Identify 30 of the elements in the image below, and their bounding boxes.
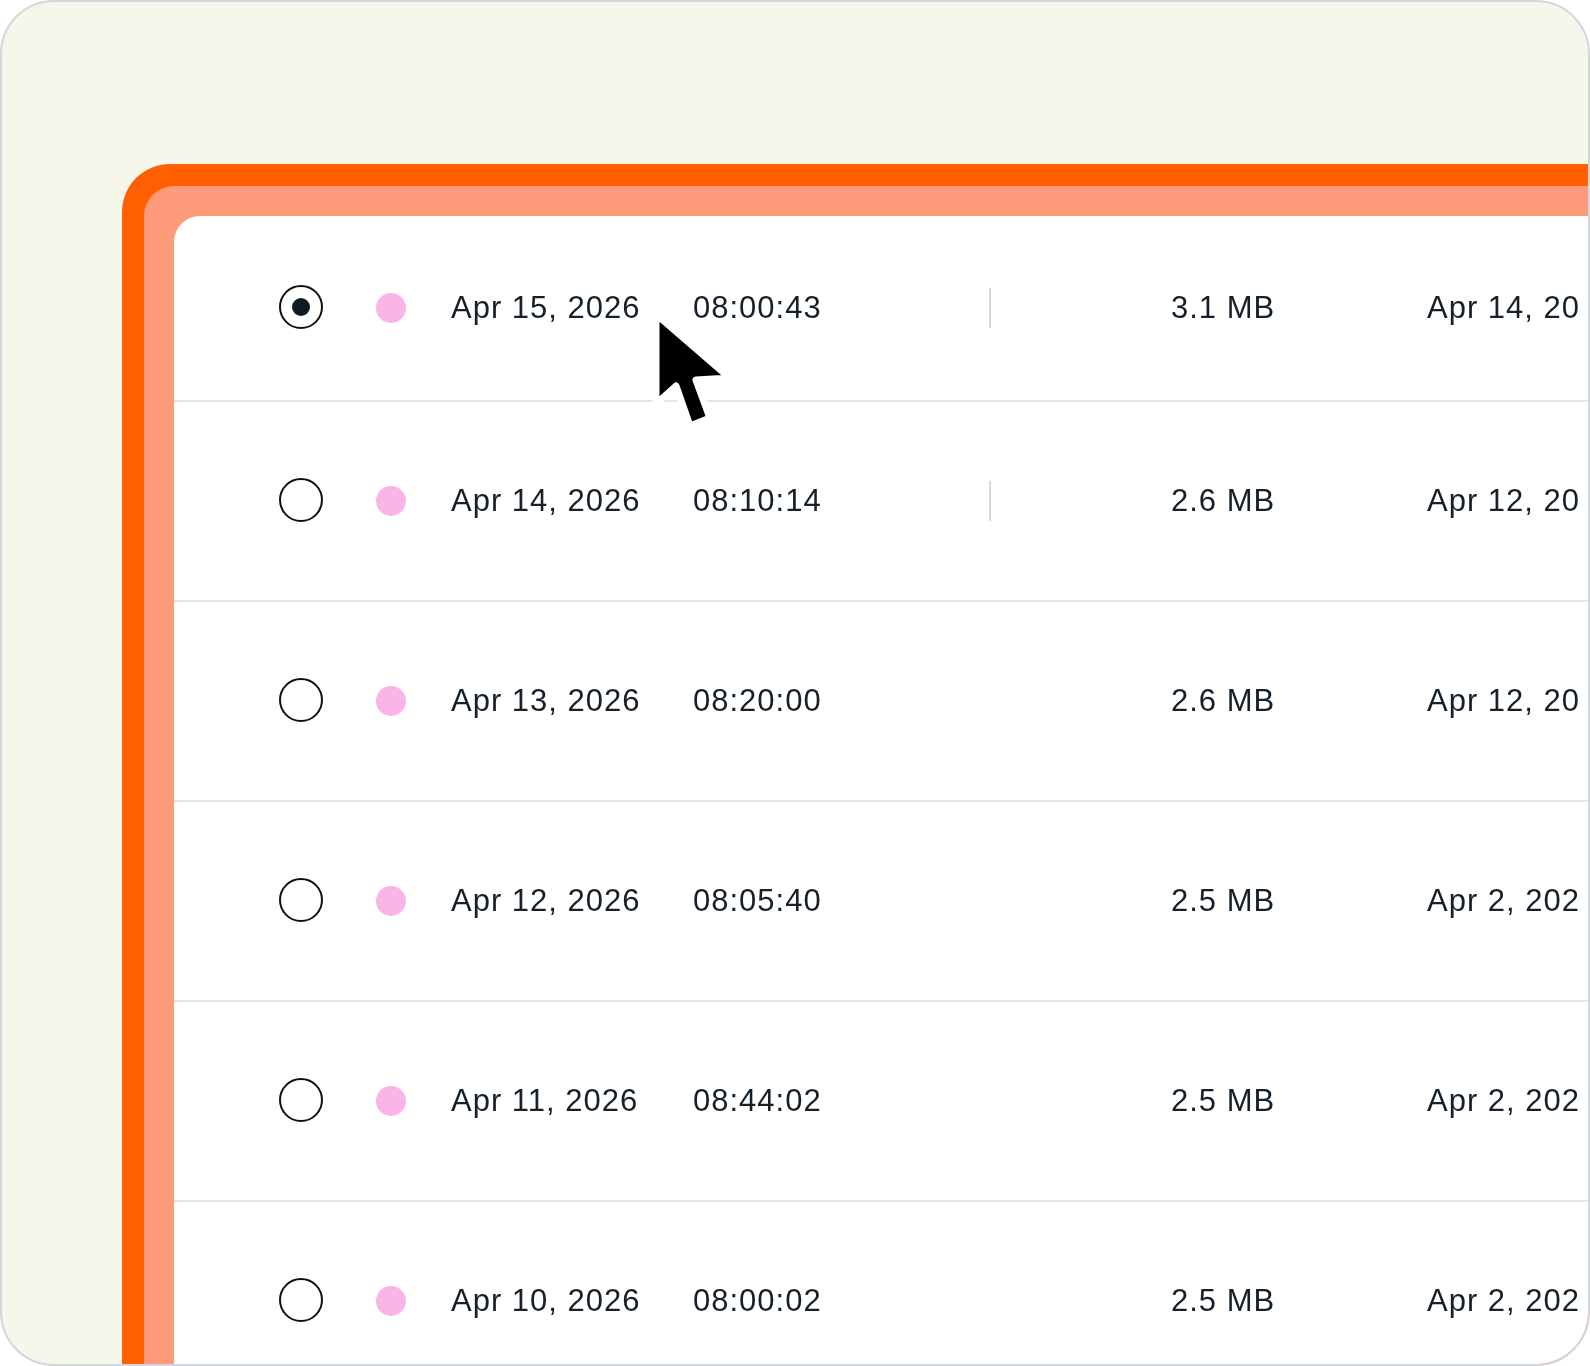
size-cell: 2.6 MB — [1171, 483, 1276, 519]
date-cell: Apr 15, 2026 — [451, 290, 641, 326]
date-cell: Apr 14, 2026 — [451, 483, 641, 519]
radio-button[interactable] — [279, 1078, 323, 1122]
time-cell: 08:44:02 — [693, 1083, 822, 1119]
time-cell: 08:00:43 — [693, 290, 822, 326]
radio-button[interactable] — [279, 878, 323, 922]
date-cell: Apr 11, 2026 — [451, 1083, 639, 1119]
date-cell: Apr 10, 2026 — [451, 1283, 641, 1319]
radio-button[interactable] — [279, 1278, 323, 1322]
time-cell: 08:00:02 — [693, 1283, 822, 1319]
radio-button[interactable] — [279, 678, 323, 722]
radio-button[interactable] — [279, 478, 323, 522]
date-cell: Apr 2, 202 — [1427, 1083, 1581, 1119]
size-cell: 2.6 MB — [1171, 683, 1276, 719]
time-cell: 08:05:40 — [693, 883, 822, 919]
size-cell: 2.5 MB — [1171, 883, 1276, 919]
date-cell: Apr 13, 2026 — [451, 683, 641, 719]
size-cell: 2.5 MB — [1171, 1283, 1276, 1319]
time-cell: 08:20:00 — [693, 683, 822, 719]
date-cell: Apr 12, 20 — [1427, 683, 1581, 719]
date-cell: Apr 14, 20 — [1427, 290, 1581, 326]
date-cell: Apr 12, 2026 — [451, 883, 641, 919]
date-cell: Apr 2, 202 — [1427, 1283, 1581, 1319]
size-cell: 3.1 MB — [1171, 290, 1276, 326]
date-cell: Apr 2, 202 — [1427, 883, 1581, 919]
radio-button[interactable] — [279, 285, 323, 329]
time-cell: 08:10:14 — [693, 483, 822, 519]
size-cell: 2.5 MB — [1171, 1083, 1276, 1119]
date-cell: Apr 12, 20 — [1427, 483, 1581, 519]
